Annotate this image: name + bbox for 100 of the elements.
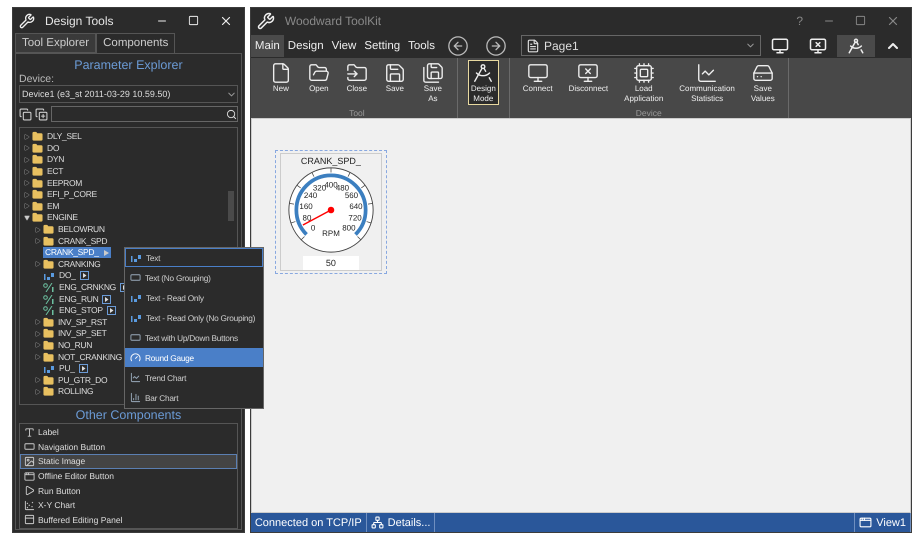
forward-icon[interactable] xyxy=(485,34,507,56)
collapsed-arrow-icon[interactable] xyxy=(24,192,30,198)
menu-item[interactable]: Text xyxy=(125,248,263,267)
component-item[interactable]: X-Y Chart xyxy=(20,498,237,513)
collapsed-arrow-icon[interactable] xyxy=(35,238,41,244)
help-button[interactable]: ? xyxy=(791,14,808,28)
ribbon-button[interactable]: Save xyxy=(380,60,409,96)
tree-item[interactable]: PU_ xyxy=(57,363,77,374)
tree-item[interactable]: ENG_CRNKNG xyxy=(57,282,118,294)
tree-item[interactable]: EM xyxy=(45,200,62,212)
component-item[interactable]: Label xyxy=(20,425,237,440)
collapsed-arrow-icon[interactable] xyxy=(35,261,41,268)
play-icon[interactable] xyxy=(80,271,89,280)
collapsed-arrow-icon[interactable] xyxy=(35,330,41,337)
tree-item[interactable]: CRANK_SPD xyxy=(56,236,110,247)
component-icon xyxy=(24,500,35,511)
expanded-arrow-icon[interactable] xyxy=(24,214,30,221)
tree-item[interactable]: CRANK_SPD_ xyxy=(43,247,111,258)
collapsed-arrow-icon[interactable] xyxy=(24,134,30,140)
tree-item[interactable]: PU_GTR_DO xyxy=(56,374,110,386)
gauge-value: 50 xyxy=(302,256,359,270)
expand-all-icon[interactable] xyxy=(35,108,48,120)
folder-icon xyxy=(32,131,43,142)
component-item[interactable]: Run Button xyxy=(20,483,237,498)
ribbon-button[interactable]: Disconnect xyxy=(566,60,612,96)
tree-item[interactable]: ENG_RUN xyxy=(57,294,100,305)
back-icon[interactable] xyxy=(447,34,469,56)
numeric-icon xyxy=(43,272,55,280)
menu-item[interactable]: Text with Up/Down Buttons xyxy=(125,328,263,347)
component-item[interactable]: Offline Editor Button xyxy=(20,468,237,484)
compass-icon[interactable] xyxy=(837,34,875,56)
tab[interactable]: Tool Explorer xyxy=(15,33,96,53)
play-icon[interactable] xyxy=(78,364,88,374)
tree-item[interactable]: DO_ xyxy=(57,270,78,282)
ribbon-button[interactable]: Communication Statistics xyxy=(676,60,738,105)
menu-item[interactable]: Text (No Grouping) xyxy=(125,268,263,287)
tree-item[interactable]: DLY_SEL xyxy=(45,131,84,142)
search-field[interactable] xyxy=(51,106,238,122)
collapsed-arrow-icon[interactable] xyxy=(35,377,41,384)
collapsed-arrow-icon[interactable] xyxy=(35,226,41,233)
ribbon-button[interactable]: Design Mode xyxy=(468,60,499,105)
ribbon-button[interactable]: Open xyxy=(304,60,333,96)
collapsed-arrow-icon[interactable] xyxy=(35,319,41,326)
menu-item[interactable]: Bar Chart xyxy=(125,388,263,407)
folder-icon xyxy=(32,189,43,200)
ribbon-tab[interactable]: View xyxy=(328,34,360,56)
play-icon[interactable] xyxy=(106,306,116,316)
ribbon-button[interactable]: Save Values xyxy=(748,60,778,105)
collapsed-arrow-icon[interactable] xyxy=(24,203,30,210)
collapsed-arrow-icon[interactable] xyxy=(24,156,30,163)
collapsed-arrow-icon[interactable] xyxy=(35,342,41,348)
menu-item[interactable]: Text - Read Only (No Grouping) xyxy=(125,308,263,327)
page-dropdown[interactable]: Page1 xyxy=(521,35,761,56)
monitor-icon xyxy=(526,62,549,84)
collapsed-arrow-icon[interactable] xyxy=(35,388,41,395)
component-item[interactable]: Buffered Editing Panel xyxy=(20,512,237,528)
ribbon-tab[interactable]: Setting xyxy=(360,34,404,56)
ribbon-tab[interactable]: Design xyxy=(284,34,328,56)
chip-icon xyxy=(632,62,655,84)
tree-item[interactable]: ECT xyxy=(45,166,66,178)
tree-item[interactable]: INV_SP_SET xyxy=(56,328,108,340)
ribbon-tab[interactable]: Tools xyxy=(404,34,439,56)
tree-item[interactable]: BELOWRUN xyxy=(56,224,107,236)
view-tab[interactable]: View1 xyxy=(854,513,911,532)
tree-item[interactable]: DYN xyxy=(45,154,66,166)
ribbon-button[interactable]: Connect xyxy=(520,60,556,96)
tree-item[interactable]: NOT_CRANKING xyxy=(56,352,124,363)
device-dropdown[interactable]: Device1 (e3_st 2011-03-29 10.59.50) xyxy=(19,85,238,103)
play-icon[interactable] xyxy=(102,294,112,304)
menu-item[interactable]: Text - Read Only xyxy=(125,288,263,307)
collapse-all-icon[interactable] xyxy=(19,108,32,120)
tree-item[interactable]: NO_RUN xyxy=(56,340,94,351)
scrollbar-thumb[interactable] xyxy=(228,191,234,221)
tree-item[interactable]: ENG_STOP xyxy=(57,305,105,316)
tree-item[interactable]: ENGINE xyxy=(45,212,80,224)
tab[interactable]: Components xyxy=(96,33,176,53)
collapsed-arrow-icon[interactable] xyxy=(24,168,30,175)
ribbon-tab[interactable]: Main xyxy=(250,34,284,56)
page-icon xyxy=(526,38,540,52)
tree-item[interactable]: ROLLING xyxy=(56,386,96,398)
ribbon-button[interactable]: New xyxy=(266,60,295,96)
ribbon-button[interactable]: Save As xyxy=(418,60,447,105)
collapsed-arrow-icon[interactable] xyxy=(35,354,41,360)
line-chart-icon xyxy=(696,62,718,84)
details-button[interactable]: Details... xyxy=(366,513,436,532)
tree-item[interactable]: CRANKING xyxy=(56,258,102,270)
tree-item[interactable]: DO xyxy=(45,142,62,154)
menu-item[interactable]: Trend Chart xyxy=(125,368,263,387)
tree-item[interactable]: INV_SP_RST xyxy=(56,316,109,328)
menu-item[interactable]: Round Gauge xyxy=(125,348,263,367)
collapsed-arrow-icon[interactable] xyxy=(24,145,30,152)
tree-item[interactable]: EFI_P_CORE xyxy=(45,189,99,200)
ribbon-button[interactable]: Load Application xyxy=(621,60,666,105)
menu-item-icon xyxy=(130,272,141,283)
gauge-title: CRANK_SPD_ xyxy=(300,156,361,166)
tree-item[interactable]: EEPROM xyxy=(45,178,84,189)
component-item[interactable]: Static Image xyxy=(20,454,237,469)
component-item[interactable]: Navigation Button xyxy=(20,440,237,454)
collapsed-arrow-icon[interactable] xyxy=(24,180,30,186)
ribbon-button[interactable]: Close xyxy=(342,60,371,96)
